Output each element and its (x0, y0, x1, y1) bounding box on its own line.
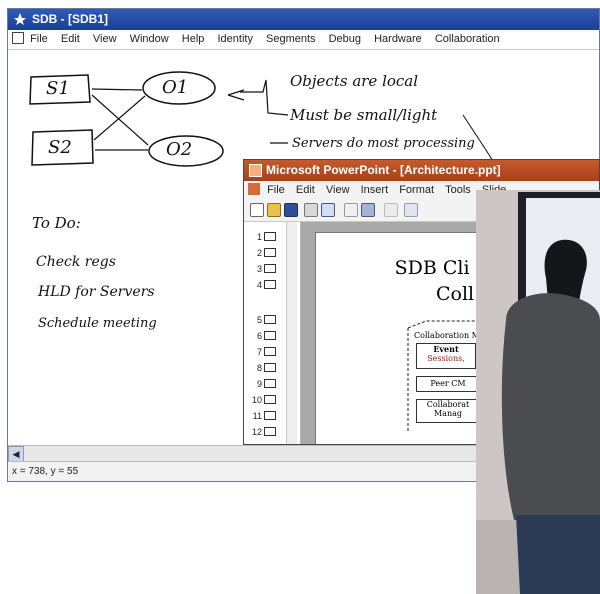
menu-debug[interactable]: Debug (329, 30, 361, 49)
sdb-title-bar[interactable]: SDB - [SDB1] (8, 9, 599, 30)
todo-item-hld-servers: HLD for Servers (38, 284, 155, 300)
menu-hardware[interactable]: Hardware (374, 30, 422, 49)
node-s1-label: S1 (46, 78, 70, 99)
paste-icon[interactable] (361, 203, 375, 217)
zoom-icon[interactable] (404, 203, 418, 217)
ppt-menu-view[interactable]: View (326, 181, 350, 199)
sdb-title: SDB - [SDB1] (32, 12, 109, 26)
note-small-light: Must be small/light (290, 106, 438, 124)
spelling-icon[interactable] (321, 203, 335, 217)
webcam-video-feed (476, 190, 600, 594)
cut-icon[interactable] (344, 203, 358, 217)
new-file-icon[interactable] (250, 203, 264, 217)
ppt-menu-edit[interactable]: Edit (296, 181, 315, 199)
slides-outline-pane: 1 2 3 4 5 6 7 8 9 10 11 12 (244, 222, 301, 444)
todo-title: To Do: (32, 214, 81, 232)
print-icon[interactable] (304, 203, 318, 217)
sdb-menu-bar: File Edit View Window Help Identity Segm… (8, 30, 599, 50)
note-servers-processing: Servers do most processing (292, 136, 475, 151)
open-folder-icon[interactable] (267, 203, 281, 217)
menu-edit[interactable]: Edit (61, 30, 80, 49)
ppt-document-icon[interactable] (248, 183, 260, 195)
powerpoint-icon (249, 164, 262, 177)
menu-collaboration[interactable]: Collaboration (435, 30, 500, 49)
menu-window[interactable]: Window (130, 30, 169, 49)
menu-segments[interactable]: Segments (266, 30, 316, 49)
webcam-scene (476, 190, 600, 594)
node-s2-label: S2 (48, 137, 72, 158)
undo-icon[interactable] (384, 203, 398, 217)
diagram-box-peer-cm: Peer CM (416, 376, 480, 392)
diagram-box-events: Event Sessions, (416, 343, 476, 369)
ppt-title-bar[interactable]: Microsoft PowerPoint - [Architecture.ppt… (244, 160, 599, 181)
node-o1-label: O1 (162, 77, 189, 98)
save-icon[interactable] (284, 203, 298, 217)
menu-help[interactable]: Help (182, 30, 205, 49)
sdb-app-icon (14, 13, 26, 25)
link-s1-o2 (91, 94, 149, 146)
bracket-arrow (227, 79, 289, 116)
menu-identity[interactable]: Identity (217, 30, 252, 49)
link-s2-o1 (93, 95, 146, 141)
scroll-left-arrow-icon[interactable]: ◀ (8, 446, 24, 462)
ppt-menu-file[interactable]: File (267, 181, 285, 199)
todo-item-schedule-meeting: Schedule meeting (38, 316, 157, 331)
todo-item-check-regs: Check regs (36, 254, 116, 270)
ppt-menu-insert[interactable]: Insert (361, 181, 389, 199)
node-o2-label: O2 (166, 139, 193, 160)
ppt-menu-format[interactable]: Format (399, 181, 434, 199)
menu-view[interactable]: View (93, 30, 117, 49)
slides-pane-scrollbar[interactable] (286, 222, 297, 444)
ppt-menu-tools[interactable]: Tools (445, 181, 471, 199)
document-icon[interactable] (12, 32, 24, 44)
cursor-coordinates: x = 738, y = 55 (12, 466, 79, 477)
ppt-title: Microsoft PowerPoint - [Architecture.ppt… (266, 163, 501, 177)
note-objects-local: Objects are local (290, 72, 419, 90)
diagram-box-collaboration-manager-2: Collaborat Manag (416, 399, 480, 423)
link-s1-o1 (91, 88, 143, 91)
menu-file[interactable]: File (30, 30, 48, 49)
